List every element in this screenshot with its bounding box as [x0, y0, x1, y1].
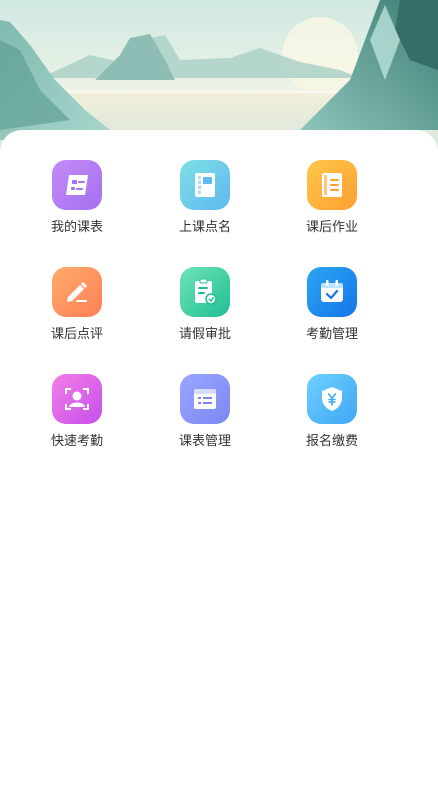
menu-item-label: 上课点名 — [178, 220, 231, 235]
menu-item-roll-call[interactable]: 上课点名 — [160, 160, 250, 250]
menu-item-homework[interactable]: 课后作业 — [287, 160, 377, 250]
homework-notebook-icon — [307, 160, 357, 210]
menu-item-label: 快速考勤 — [50, 434, 103, 449]
menu-item-attendance-management[interactable]: 考勤管理 — [287, 267, 377, 357]
feature-menu-panel: 我的课表 上课点名 课后作业 课后点评 请假审批 考勤管理 快速考勤 课表管理 … — [0, 130, 438, 785]
menu-item-review[interactable]: 课后点评 — [32, 267, 122, 357]
pencil-review-icon — [52, 267, 102, 317]
roll-call-book-icon — [180, 160, 230, 210]
menu-item-label: 我的课表 — [50, 220, 103, 235]
timetable-manage-icon — [180, 374, 230, 424]
face-scan-icon — [52, 374, 102, 424]
menu-item-enrollment-payment[interactable]: 报名缴费 — [287, 374, 377, 464]
yuan-shield-payment-icon — [307, 374, 357, 424]
menu-item-label: 请假审批 — [178, 327, 231, 342]
menu-item-leave-approval[interactable]: 请假审批 — [160, 267, 250, 357]
schedule-icon — [52, 160, 102, 210]
menu-item-label: 考勤管理 — [305, 327, 358, 342]
attendance-calendar-icon — [307, 267, 357, 317]
leave-approval-clipboard-icon — [180, 267, 230, 317]
menu-item-label: 报名缴费 — [305, 434, 358, 449]
menu-item-label: 课后作业 — [305, 220, 358, 235]
menu-item-my-schedule[interactable]: 我的课表 — [32, 160, 122, 250]
menu-item-quick-attendance[interactable]: 快速考勤 — [32, 374, 122, 464]
menu-item-label: 课后点评 — [50, 327, 103, 342]
menu-item-timetable-management[interactable]: 课表管理 — [160, 374, 250, 464]
menu-item-label: 课表管理 — [178, 434, 231, 449]
